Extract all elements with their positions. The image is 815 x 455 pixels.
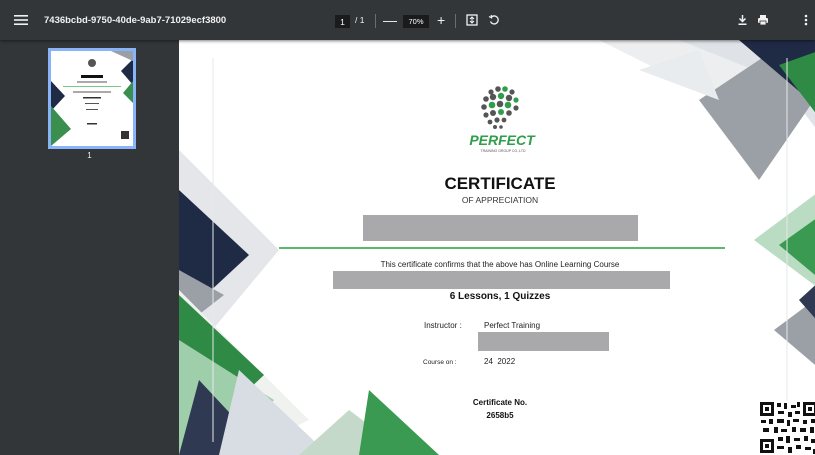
menu-icon[interactable]	[14, 0, 30, 40]
confirmation-text: This certificate confirms that the above…	[380, 260, 620, 269]
redacted-recipient-name	[363, 215, 638, 241]
fit-page-icon[interactable]	[466, 0, 478, 40]
more-vert-icon[interactable]	[804, 0, 808, 40]
instructor-label: Instructor :	[424, 321, 462, 330]
divider-line	[279, 247, 725, 249]
zoom-level-input[interactable]: 70%	[403, 15, 429, 28]
download-icon[interactable]	[737, 0, 748, 40]
certificate-number-label: Certificate No.	[472, 398, 528, 407]
thumbnail-page-number: 1	[87, 151, 92, 160]
certificate-subtitle: OF APPRECIATION	[461, 195, 539, 205]
pdf-page: PERFECT TRAINING GROUP CO.,LTD CERTIFICA…	[179, 40, 815, 455]
qr-code-icon	[759, 401, 815, 455]
redacted-detail	[478, 332, 609, 351]
toolbar-divider	[455, 14, 456, 28]
certificate-title: CERTIFICATE	[444, 174, 556, 193]
redacted-course-name	[333, 271, 670, 289]
rotate-icon[interactable]	[488, 0, 500, 40]
lessons-summary: 6 Lessons, 1 Quizzes	[449, 291, 551, 302]
course-on-value: 24 2022	[484, 357, 516, 366]
pdf-toolbar: 7436bcbd-9750-40de-9ab7-71029ecf3800 1 /…	[0, 0, 815, 40]
thumbnail-sidebar: 1	[0, 40, 179, 455]
page-total: / 1	[355, 15, 365, 25]
zoom-in-button[interactable]: +	[437, 0, 445, 40]
brand-subtitle: TRAINING GROUP CO.,LTD	[480, 149, 526, 153]
document-title: 7436bcbd-9750-40de-9ab7-71029ecf3800	[44, 14, 227, 26]
page-thumbnail[interactable]	[48, 48, 136, 149]
print-icon[interactable]	[757, 0, 769, 40]
zoom-out-button[interactable]: —	[383, 0, 397, 40]
toolbar-divider	[375, 14, 376, 28]
certificate-number-value: 2658b5	[486, 411, 514, 420]
page-number-input[interactable]: 1	[335, 15, 350, 28]
instructor-value: Perfect Training	[484, 321, 541, 330]
brand-name: PERFECT	[469, 132, 535, 148]
course-on-label: Course on :	[423, 359, 457, 366]
